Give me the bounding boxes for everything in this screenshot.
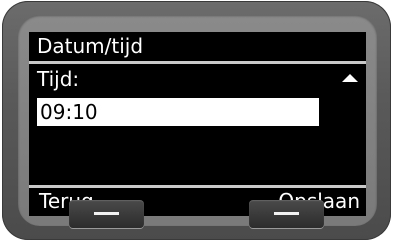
title-bar: Datum/tijd [29,32,366,61]
time-input-field[interactable]: 09:10 [37,98,319,126]
field-label-row: Tijd: [29,65,366,93]
title-divider [29,61,366,64]
scroll-up-icon [342,74,358,82]
page-title: Datum/tijd [37,34,144,58]
right-softkey-button[interactable] [249,200,324,228]
time-field-label: Tijd: [37,67,80,91]
right-softkey-bar-icon [274,212,299,215]
left-softkey-bar-icon [94,212,119,215]
display-screen: Datum/tijd Tijd: 09:10 Terug Opslaan [29,32,366,216]
time-input-value: 09:10 [40,100,98,124]
left-softkey-button[interactable] [69,200,144,228]
